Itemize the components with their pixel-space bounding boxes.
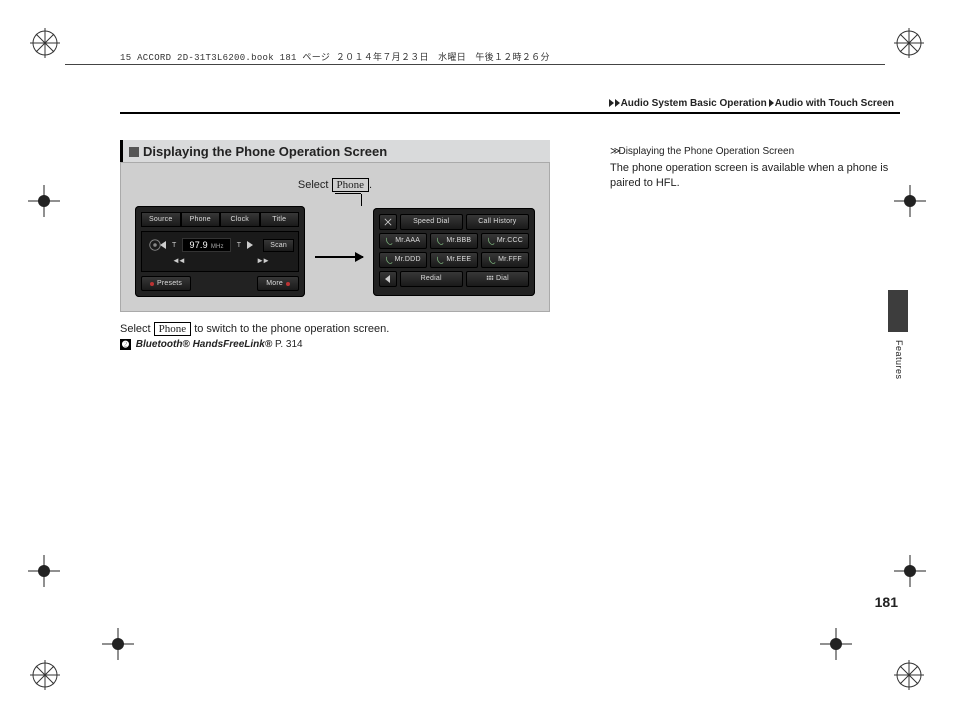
radio-screen-mock: Source Phone Clock Title T 97.9 MHz [135,206,305,297]
square-bullet-icon [129,147,139,157]
registration-mark-icon [102,628,134,660]
handset-icon [385,237,393,245]
triangle-right-icon [769,99,774,107]
chapter-thumb-tab [888,290,908,332]
contact-button[interactable]: Mr.EEE [430,252,478,268]
xref-icon: ➋ [120,339,131,350]
scan-button[interactable]: Scan [263,239,294,252]
registration-mark-icon [28,185,60,217]
tab-phone[interactable]: Phone [181,212,221,227]
triangle-right-icon [615,99,620,107]
tab-source[interactable]: Source [141,212,181,227]
redial-button[interactable]: Redial [400,271,463,287]
callout-label: Select Phone. [135,179,535,191]
contact-button[interactable]: Mr.FFF [481,252,529,268]
seek-back-icon[interactable]: ◄◄ [172,256,184,265]
handset-icon [487,237,495,245]
cropmark-icon [894,660,924,690]
seek-fwd-icon[interactable]: ►► [256,256,268,265]
leader-line [335,193,361,194]
page-number: 181 [875,594,898,610]
cropmark-icon [30,660,60,690]
contact-button[interactable]: Mr.BBB [430,233,478,249]
handset-icon [436,237,444,245]
double-chevron-icon: ≫ [610,146,616,157]
presets-button[interactable]: Presets [141,276,191,291]
leader-line [361,194,362,206]
tab-clock[interactable]: Clock [220,212,260,227]
registration-mark-icon [28,555,60,587]
sidebar-heading: ≫ Displaying the Phone Operation Screen [610,146,900,157]
breadcrumb-a: Audio System Basic Operation [621,98,767,109]
divider [65,64,885,65]
keypad-icon [486,275,494,283]
registration-mark-icon [894,555,926,587]
chapter-label: Features [894,340,904,380]
breadcrumb-b: Audio with Touch Screen [775,98,894,109]
close-button[interactable] [379,214,397,230]
phone-button-label: Phone [154,322,192,336]
sidebar-body: The phone operation screen is available … [610,161,900,192]
dial-button[interactable]: Dial [466,271,529,287]
registration-mark-icon [820,628,852,660]
handset-icon [385,256,393,264]
print-meta-line: 15 ACCORD 2D-31T3L6200.book 181 ページ ２０１４… [120,50,550,63]
satellite-icon [148,238,162,252]
more-button[interactable]: More [257,276,299,291]
divider [120,112,900,114]
arrow-right-icon [315,256,363,258]
illustration-panel: Select Phone. Source Phone Clock Title [120,162,550,312]
call-history-button[interactable]: Call History [466,214,529,230]
breadcrumb: Audio System Basic Operation Audio with T… [609,98,894,109]
back-button[interactable] [379,271,397,287]
section-heading: Displaying the Phone Operation Screen [120,140,550,162]
close-icon [384,218,392,226]
handset-icon [488,256,496,264]
contact-button[interactable]: Mr.AAA [379,233,427,249]
instruction-text: Select Phone to switch to the phone oper… [120,322,550,337]
phone-button-label: Phone [332,178,370,192]
handset-icon [436,256,444,264]
phone-screen-mock: Speed Dial Call History Mr.AAA Mr.BBB Mr… [373,208,535,296]
contact-button[interactable]: Mr.CCC [481,233,529,249]
speed-dial-button[interactable]: Speed Dial [400,214,463,230]
cross-reference: ➋ Bluetooth® HandsFreeLink® P. 314 [120,339,550,350]
tab-title[interactable]: Title [260,212,300,227]
tune-right-icon[interactable] [247,241,253,249]
chevron-left-icon [385,275,390,283]
cropmark-icon [894,28,924,58]
cropmark-icon [30,28,60,58]
frequency-display: 97.9 MHz [182,238,230,252]
contact-button[interactable]: Mr.DDD [379,252,427,268]
section-title: Displaying the Phone Operation Screen [143,144,387,159]
triangle-right-icon [609,99,614,107]
